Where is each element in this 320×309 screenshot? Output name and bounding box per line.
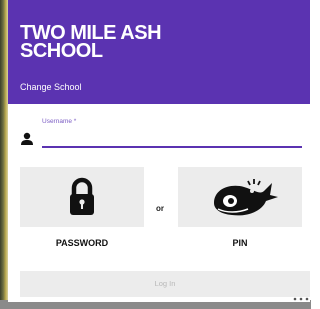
or-separator: or [156,204,164,213]
pin-option-label: PIN [232,238,248,248]
login-card: TWO MILE ASH SCHOOL Change School Userna… [8,0,310,302]
padlock-icon [70,177,94,215]
username-row: Username * [8,114,310,150]
password-option-button[interactable] [20,167,144,227]
password-option-label: PASSWORD [55,238,109,248]
school-header: TWO MILE ASH SCHOOL Change School [8,0,310,104]
background-edge-left [0,0,8,309]
more-dots-icon [293,297,309,301]
user-icon [21,132,33,145]
pin-option-button[interactable] [178,167,302,227]
username-label: Username * [42,118,77,125]
username-input[interactable] [42,128,302,148]
school-name: TWO MILE ASH SCHOOL [20,22,162,62]
login-button[interactable]: Log In [20,271,310,297]
change-school-link[interactable]: Change School [20,82,82,92]
whale-icon [214,179,278,216]
